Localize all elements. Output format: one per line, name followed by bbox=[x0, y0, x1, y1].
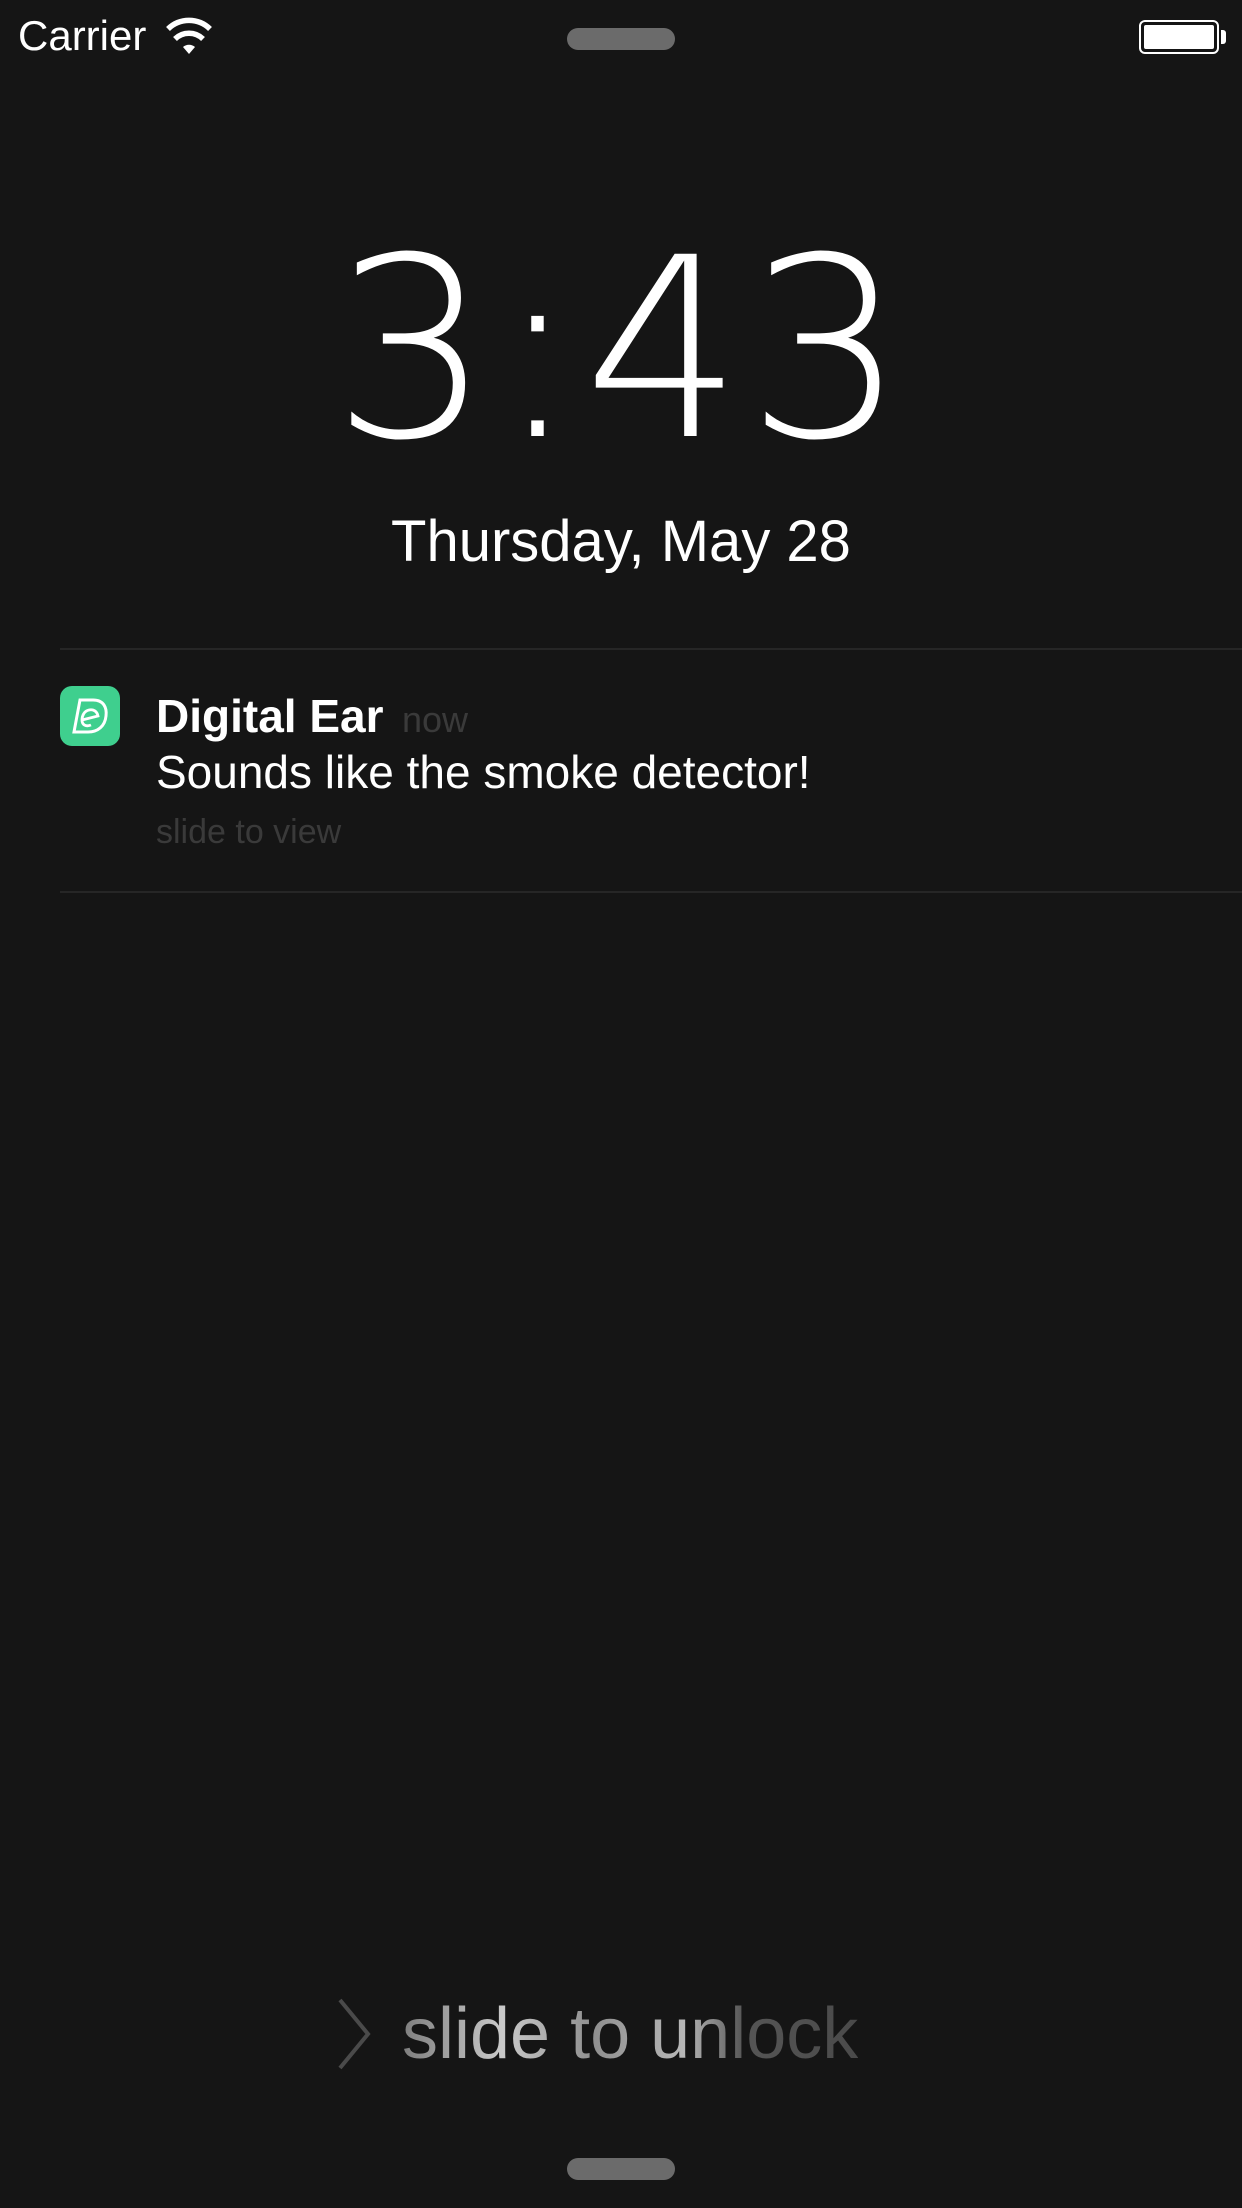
notification-app-name: Digital Ear bbox=[156, 690, 384, 742]
battery-icon bbox=[1139, 20, 1219, 54]
control-center-grabber[interactable] bbox=[567, 2158, 675, 2180]
digital-ear-app-icon bbox=[60, 686, 120, 746]
lock-screen-date: Thursday, May 28 bbox=[391, 509, 851, 574]
notification-slide-hint[interactable]: slide to view bbox=[156, 810, 341, 854]
carrier-label: Carrier bbox=[18, 12, 147, 59]
app-logo-glyph bbox=[72, 698, 108, 734]
status-bar: Carrier bbox=[0, 0, 1242, 72]
notification-message: Sounds like the smoke detector! bbox=[156, 746, 811, 798]
notification-divider-top bbox=[60, 648, 1242, 650]
wifi-icon bbox=[166, 17, 212, 54]
chevron-right-icon[interactable] bbox=[334, 1996, 374, 2072]
notification-divider-bottom bbox=[60, 891, 1242, 893]
battery-tip bbox=[1221, 30, 1226, 44]
lock-screen-clock: 3:43 bbox=[332, 204, 910, 495]
slide-to-unlock-label[interactable]: slide to unlock bbox=[402, 1992, 858, 2076]
battery-level-fill bbox=[1144, 25, 1214, 49]
notification-center-grabber[interactable] bbox=[567, 28, 675, 50]
notification-time: now bbox=[402, 699, 469, 740]
